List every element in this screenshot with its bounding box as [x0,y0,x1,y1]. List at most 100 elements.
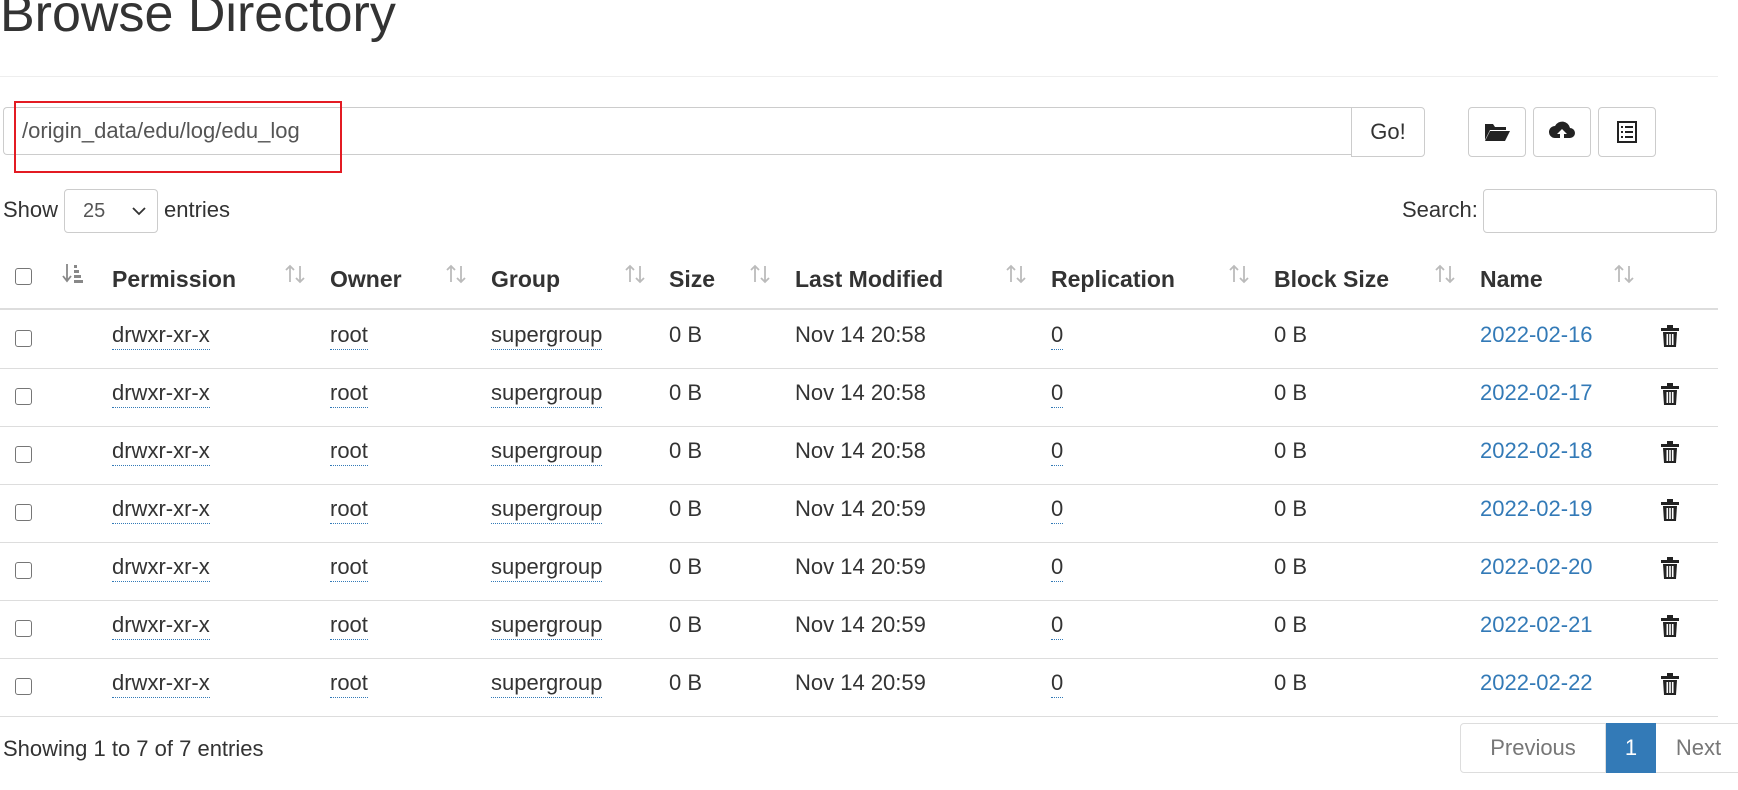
header-replication[interactable]: Replication [1051,266,1175,293]
cell-permission[interactable]: drwxr-xr-x [112,670,210,698]
cell-owner[interactable]: root [330,670,368,698]
row-checkbox[interactable] [15,388,32,405]
cell-permission[interactable]: drwxr-xr-x [112,438,210,466]
cell-permission[interactable]: drwxr-xr-x [112,612,210,640]
cloud-upload-icon [1549,121,1575,140]
cell-size: 0 B [669,496,703,521]
row-checkbox[interactable] [15,330,32,347]
cell-owner[interactable]: root [330,322,368,350]
cell-name-link[interactable]: 2022-02-18 [1480,438,1593,464]
cell-last-modified: Nov 14 20:59 [795,496,926,521]
cell-block-size: 0 B [1274,612,1308,637]
cell-owner[interactable]: root [330,612,368,640]
sort-icon[interactable] [1228,262,1250,286]
cell-permission[interactable]: drwxr-xr-x [112,496,210,524]
sort-icon[interactable] [1005,262,1027,286]
header-name[interactable]: Name [1480,266,1543,293]
cell-replication[interactable]: 0 [1051,438,1064,466]
row-checkbox[interactable] [15,504,32,521]
cell-group[interactable]: supergroup [491,612,603,640]
cell-replication[interactable]: 0 [1051,380,1064,408]
header-owner[interactable]: Owner [330,266,402,293]
pagination: Previous 1 Next [1460,723,1738,773]
cell-owner[interactable]: root [330,438,368,466]
table-row: drwxr-xr-x root supergroup 0 B Nov 14 20:58 0… [0,310,1718,369]
next-page-button[interactable]: Next [1656,723,1738,773]
header-size[interactable]: Size [669,266,715,293]
cell-name-link[interactable]: 2022-02-22 [1480,670,1593,696]
cell-block-size: 0 B [1274,438,1308,463]
table-row: drwxr-xr-x root supergroup 0 B Nov 14 20:59 0… [0,484,1718,543]
cell-permission[interactable]: drwxr-xr-x [112,380,210,408]
entries-label: entries [164,197,231,222]
row-checkbox[interactable] [15,446,32,463]
go-button[interactable]: Go! [1351,107,1425,157]
trash-icon[interactable] [1660,556,1680,580]
cell-replication[interactable]: 0 [1051,670,1064,698]
create-directory-button[interactable] [1468,107,1526,157]
cell-replication[interactable]: 0 [1051,554,1064,582]
cell-last-modified: Nov 14 20:58 [795,438,926,463]
sort-icon[interactable] [1434,262,1456,286]
cell-permission[interactable]: drwxr-xr-x [112,554,210,582]
row-checkbox[interactable] [15,562,32,579]
previous-page-button[interactable]: Previous [1460,723,1606,773]
cell-permission[interactable]: drwxr-xr-x [112,322,210,350]
search-input[interactable] [1483,189,1717,233]
trash-icon[interactable] [1660,324,1680,348]
row-checkbox[interactable] [15,678,32,695]
page-number-button[interactable]: 1 [1606,723,1656,773]
cell-block-size: 0 B [1274,322,1308,347]
sort-icon[interactable] [749,262,771,286]
cell-name-link[interactable]: 2022-02-20 [1480,554,1593,580]
cell-group[interactable]: supergroup [491,322,603,350]
header-group[interactable]: Group [491,266,560,293]
trash-icon[interactable] [1660,614,1680,638]
row-checkbox[interactable] [15,620,32,637]
cell-replication[interactable]: 0 [1051,496,1064,524]
sort-icon[interactable] [1613,262,1635,286]
trash-icon[interactable] [1660,672,1680,696]
table-row: drwxr-xr-x root supergroup 0 B Nov 14 20:58 0… [0,426,1718,485]
table-row: drwxr-xr-x root supergroup 0 B Nov 14 20:59 0… [0,658,1718,717]
page-title: Browse Directory [0,0,396,43]
header-last-modified[interactable]: Last Modified [795,266,943,293]
cell-owner[interactable]: root [330,554,368,582]
cell-group[interactable]: supergroup [491,438,603,466]
cell-replication[interactable]: 0 [1051,612,1064,640]
select-all-checkbox[interactable] [15,268,32,285]
sort-icon[interactable] [284,262,306,286]
cell-replication[interactable]: 0 [1051,322,1064,350]
header-permission[interactable]: Permission [112,266,236,293]
cell-size: 0 B [669,554,703,579]
cell-group[interactable]: supergroup [491,670,603,698]
trash-icon[interactable] [1660,382,1680,406]
cell-group[interactable]: supergroup [491,554,603,582]
trash-icon[interactable] [1660,498,1680,522]
trash-icon[interactable] [1660,440,1680,464]
sort-icon[interactable] [624,262,646,286]
entries-per-page-select[interactable]: 25 [64,189,158,233]
table-row: drwxr-xr-x root supergroup 0 B Nov 14 20:58 0… [0,368,1718,427]
sort-icon[interactable] [445,262,467,286]
entries-select-value: 25 [83,199,106,222]
cell-group[interactable]: supergroup [491,496,603,524]
cell-group[interactable]: supergroup [491,380,603,408]
header-block-size[interactable]: Block Size [1274,266,1389,293]
cell-name-link[interactable]: 2022-02-16 [1480,322,1593,348]
table-row: drwxr-xr-x root supergroup 0 B Nov 14 20:59 0… [0,600,1718,659]
cell-name-link[interactable]: 2022-02-19 [1480,496,1593,522]
sort-asc-icon[interactable] [62,262,86,288]
list-icon [1617,121,1637,143]
upload-button[interactable] [1533,107,1591,157]
path-highlight-annotation [14,101,342,173]
cut-paste-button[interactable] [1598,107,1656,157]
cell-name-link[interactable]: 2022-02-17 [1480,380,1593,406]
show-label: Show [3,197,59,222]
cell-size: 0 B [669,322,703,347]
cell-owner[interactable]: root [330,380,368,408]
cell-last-modified: Nov 14 20:59 [795,612,926,637]
chevron-down-icon [132,207,146,216]
cell-owner[interactable]: root [330,496,368,524]
cell-name-link[interactable]: 2022-02-21 [1480,612,1593,638]
